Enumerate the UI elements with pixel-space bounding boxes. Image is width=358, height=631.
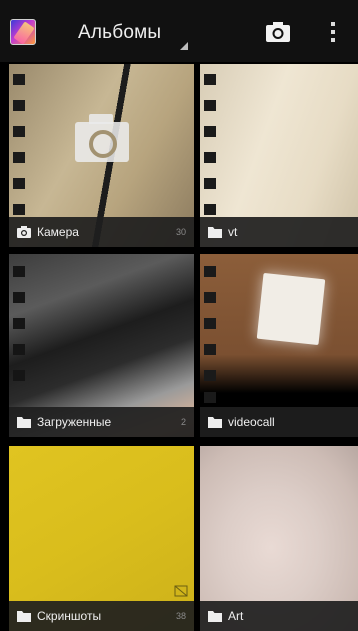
album-name: videocall	[228, 415, 275, 429]
album-grid: Камера 30 vt Загруженные 2 videocall Скр…	[0, 62, 358, 631]
camera-icon	[17, 226, 31, 238]
album-tile-screenshots[interactable]: Скриншоты 38	[9, 446, 194, 631]
album-label-bar: Камера 30	[9, 217, 194, 247]
album-label-bar: videocall	[200, 407, 358, 437]
album-label-bar: Загруженные 2	[9, 407, 194, 437]
album-tile-videocall[interactable]: videocall	[200, 254, 358, 437]
folder-icon	[17, 417, 31, 428]
album-name: vt	[228, 225, 238, 239]
overflow-menu-button[interactable]	[322, 18, 344, 46]
folder-icon	[208, 227, 222, 238]
action-bar: Альбомы	[0, 0, 358, 62]
camera-button[interactable]	[262, 18, 294, 46]
album-count: 2	[180, 417, 186, 427]
album-tile-art[interactable]: Art	[200, 446, 358, 631]
folder-icon	[17, 611, 31, 622]
album-name: Art	[228, 609, 244, 623]
gallery-app-icon[interactable]	[10, 19, 36, 45]
album-name: Загруженные	[37, 415, 112, 429]
album-name: Камера	[37, 225, 79, 239]
overflow-dot	[331, 22, 335, 26]
overflow-dot	[331, 38, 335, 42]
album-tile-downloads[interactable]: Загруженные 2	[9, 254, 194, 437]
broken-image-icon	[174, 585, 188, 597]
spinner-indicator-icon	[180, 42, 188, 50]
album-tile-vt[interactable]: vt	[200, 64, 358, 247]
camera-album-icon	[75, 114, 129, 162]
album-count: 30	[175, 227, 186, 237]
album-label-bar: Скриншоты 38	[9, 601, 194, 631]
album-name: Скриншоты	[37, 609, 102, 623]
folder-icon	[208, 417, 222, 428]
album-label-bar: Art	[200, 601, 358, 631]
album-label-bar: vt	[200, 217, 358, 247]
album-tile-camera[interactable]: Камера 30	[9, 64, 194, 247]
actionbar-title: Альбомы	[78, 22, 162, 43]
album-count: 38	[175, 611, 186, 621]
view-spinner[interactable]: Альбомы	[66, 14, 192, 52]
folder-icon	[208, 611, 222, 622]
overflow-dot	[331, 30, 335, 34]
camera-icon	[266, 22, 290, 42]
